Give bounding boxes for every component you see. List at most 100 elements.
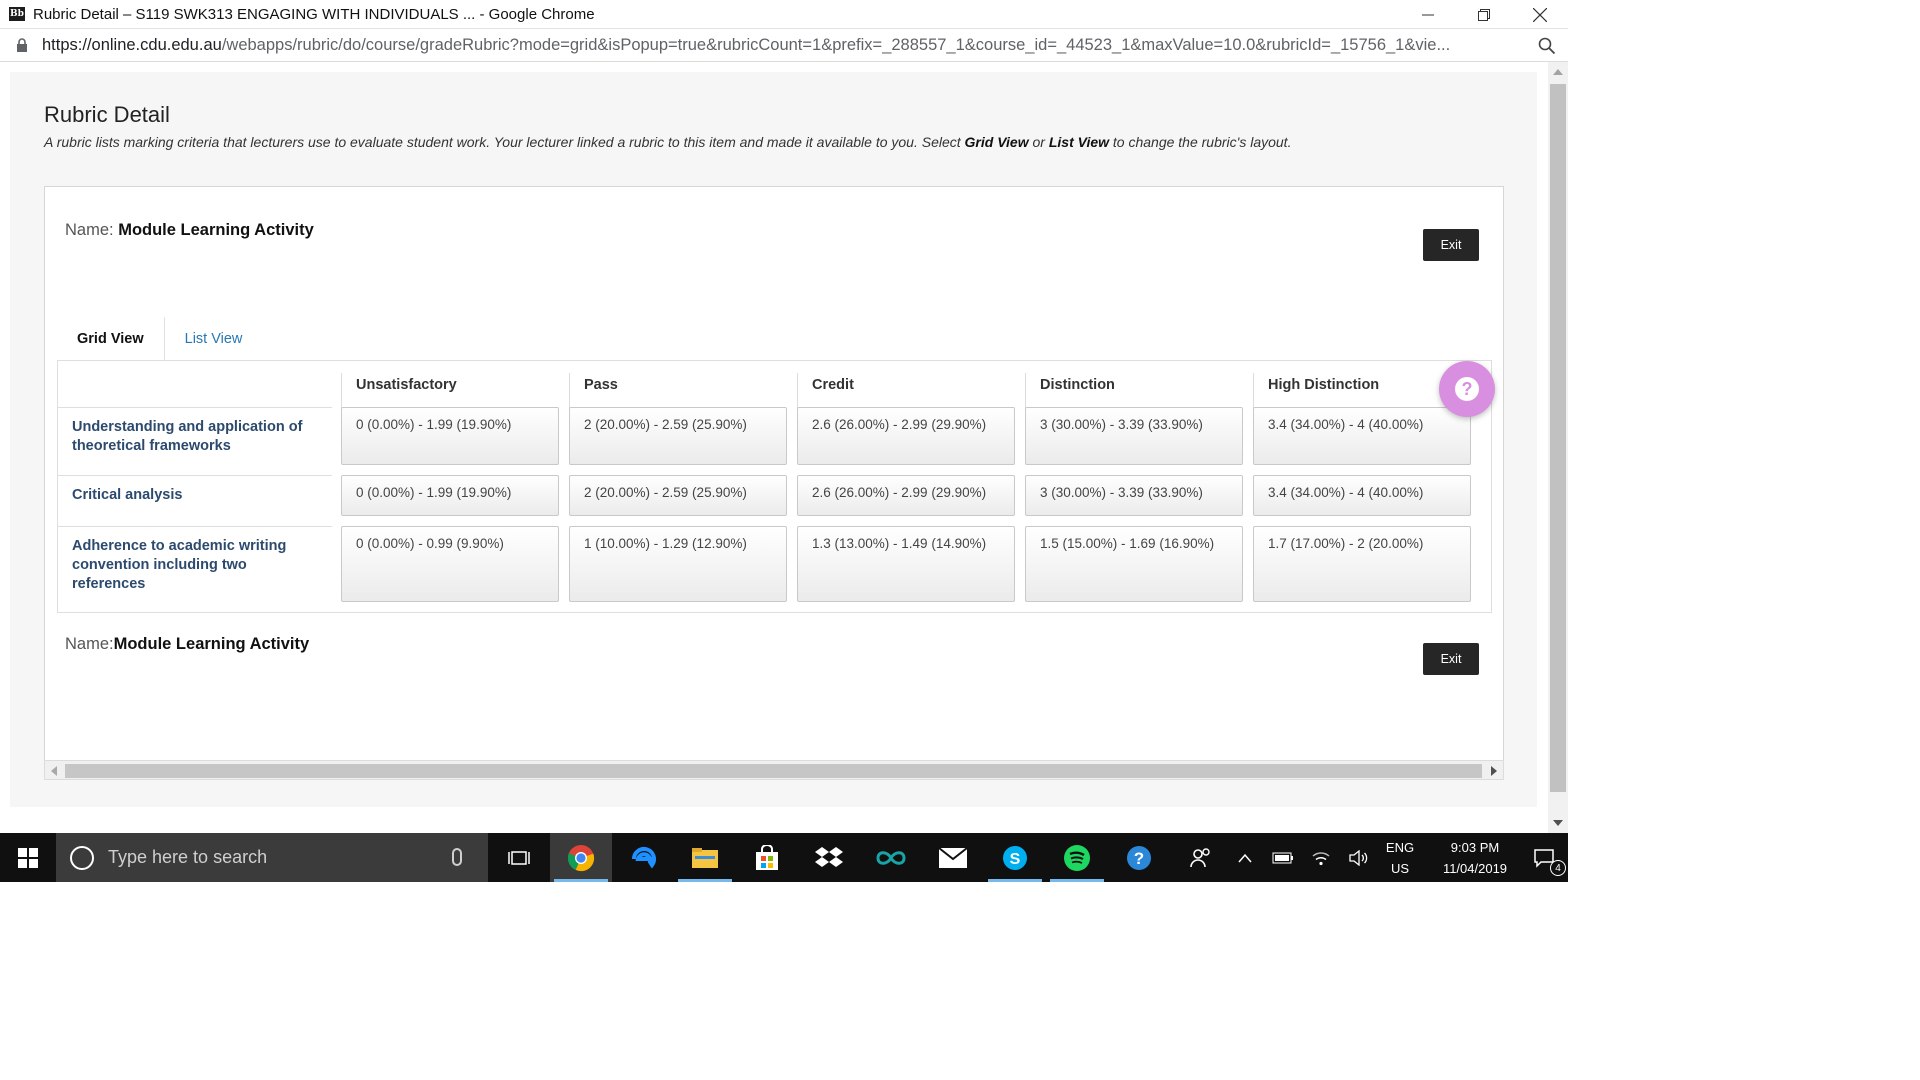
column-header-distinction: Distinction	[1025, 373, 1253, 409]
description-text: A rubric lists marking criteria that lec…	[44, 134, 965, 150]
taskbar-spotify[interactable]	[1046, 833, 1108, 882]
rubric-grid: Unsatisfactory Pass Credit Distinction H…	[57, 360, 1495, 613]
spotify-icon	[1064, 844, 1090, 871]
battery-icon	[1272, 852, 1293, 863]
page-description: A rubric lists marking criteria that lec…	[44, 134, 1291, 150]
view-tabs: Grid View List View	[57, 317, 262, 361]
system-tray: ENG US 9:03 PM 11/04/2019 4	[1226, 833, 1568, 882]
rubric-cell[interactable]: 1.3 (13.00%) - 1.49 (14.90%)	[797, 526, 1015, 602]
skype-icon: S	[1003, 845, 1027, 870]
tab-grid-view[interactable]: Grid View	[57, 317, 165, 361]
page-title: Rubric Detail	[44, 102, 170, 127]
rubric-name: Module Learning Activity	[113, 635, 310, 653]
dropbox-icon	[815, 846, 843, 867]
task-view-icon	[508, 850, 530, 865]
taskbar-skype[interactable]: S	[984, 833, 1046, 882]
svg-text:S: S	[1010, 851, 1021, 868]
scroll-left-arrow-icon[interactable]	[51, 766, 57, 776]
action-center-button[interactable]: 4	[1520, 833, 1568, 882]
show-hidden-icons-button[interactable]	[1226, 833, 1264, 882]
speaker-icon	[1349, 849, 1368, 866]
taskbar-edge[interactable]	[612, 833, 674, 882]
tab-list-view[interactable]: List View	[165, 317, 263, 361]
task-view-button[interactable]	[488, 833, 550, 882]
question-mark-icon: ?	[1455, 377, 1479, 401]
description-suffix: to change the rubric's layout.	[1109, 134, 1292, 150]
taskbar-store[interactable]	[736, 833, 798, 882]
chevron-up-icon	[1238, 853, 1252, 862]
help-button[interactable]: ?	[1439, 361, 1495, 417]
name-label: Name:	[65, 221, 114, 239]
taskbar-file-explorer[interactable]	[674, 833, 736, 882]
rubric-cell[interactable]: 1.5 (15.00%) - 1.69 (16.90%)	[1025, 526, 1243, 602]
zoom-icon[interactable]	[1538, 37, 1556, 55]
blackboard-app-icon: Bb	[9, 7, 25, 21]
vertical-scrollbar[interactable]	[1548, 62, 1568, 833]
page-viewport: Rubric Detail A rubric lists marking cri…	[0, 62, 1548, 833]
rubric-cell[interactable]: 2 (20.00%) - 2.59 (25.90%)	[569, 475, 787, 516]
scroll-down-arrow-icon[interactable]	[1553, 820, 1563, 826]
input-language-button[interactable]: ENG US	[1378, 837, 1422, 879]
rubric-cell[interactable]: 2 (20.00%) - 2.59 (25.90%)	[569, 407, 787, 465]
window-controls	[1400, 0, 1568, 29]
start-button[interactable]	[0, 833, 56, 882]
close-icon	[1533, 7, 1547, 22]
windows-logo-icon	[18, 847, 38, 868]
mail-icon	[938, 846, 968, 868]
taskbar-chrome[interactable]	[550, 833, 612, 882]
vertical-scroll-thumb[interactable]	[1550, 84, 1566, 792]
rubric-cell[interactable]: 1 (10.00%) - 1.29 (12.90%)	[569, 526, 787, 602]
microphone-icon[interactable]	[452, 848, 462, 866]
active-app-indicator	[554, 879, 608, 882]
svg-text:?: ?	[1134, 849, 1144, 868]
scroll-up-arrow-icon[interactable]	[1553, 69, 1563, 75]
rubric-cell[interactable]: 2.6 (26.00%) - 2.99 (29.90%)	[797, 475, 1015, 516]
open-app-indicator	[678, 879, 732, 882]
clock-button[interactable]: 9:03 PM 11/04/2019	[1430, 837, 1520, 879]
exit-button-bottom[interactable]: Exit	[1423, 643, 1479, 675]
rubric-cell[interactable]: 0 (0.00%) - 1.99 (19.90%)	[341, 475, 559, 516]
keyboard-layout: US	[1390, 860, 1410, 876]
restore-button[interactable]	[1456, 0, 1512, 29]
exit-button-top[interactable]: Exit	[1423, 229, 1479, 261]
rubric-cell[interactable]: 0 (0.00%) - 0.99 (9.90%)	[341, 526, 559, 602]
description-list-view: List View	[1048, 134, 1110, 150]
rubric-cell[interactable]: 0 (0.00%) - 1.99 (19.90%)	[341, 407, 559, 465]
lock-icon	[17, 38, 27, 52]
search-placeholder: Type here to search	[108, 847, 268, 867]
taskbar-search-box[interactable]: Type here to search	[56, 833, 488, 882]
rubric-cell[interactable]: 3 (30.00%) - 3.39 (33.90%)	[1025, 407, 1243, 465]
url-text[interactable]: https://online.cdu.edu.au/webapps/rubric…	[42, 36, 1520, 55]
taskbar-people[interactable]	[1170, 833, 1232, 882]
rubric-cell[interactable]: 3.4 (34.00%) - 4 (40.00%)	[1253, 475, 1471, 516]
store-icon	[756, 844, 778, 870]
clock-date: 11/04/2019	[1442, 860, 1508, 876]
rubric-cell[interactable]: 1.7 (17.00%) - 2 (20.00%)	[1253, 526, 1471, 602]
horizontal-scroll-thumb[interactable]	[65, 764, 1482, 778]
battery-button[interactable]	[1264, 833, 1302, 882]
close-button[interactable]	[1512, 0, 1568, 29]
horizontal-scrollbar[interactable]	[44, 760, 1504, 780]
minimize-icon	[1422, 14, 1434, 15]
edge-icon	[632, 846, 656, 868]
chrome-icon	[567, 844, 595, 871]
window-title-bar: Bb Rubric Detail – S119 SWK313 ENGAGING …	[0, 0, 1568, 29]
taskbar-help[interactable]: ?	[1108, 833, 1170, 882]
volume-button[interactable]	[1340, 833, 1378, 882]
rubric-cell[interactable]: 2.6 (26.00%) - 2.99 (29.90%)	[797, 407, 1015, 465]
column-header-credit: Credit	[797, 373, 1025, 409]
criterion-label: Adherence to academic writing convention…	[58, 526, 332, 612]
taskbar-dropbox[interactable]	[798, 833, 860, 882]
address-bar[interactable]: https://online.cdu.edu.au/webapps/rubric…	[0, 29, 1568, 62]
taskbar-mail[interactable]	[922, 833, 984, 882]
rubric-cell[interactable]: 3.4 (34.00%) - 4 (40.00%)	[1253, 407, 1471, 465]
scroll-right-arrow-icon[interactable]	[1491, 766, 1497, 776]
url-path: /webapps/rubric/do/course/gradeRubric?mo…	[221, 35, 1451, 54]
taskbar-arduino[interactable]	[860, 833, 922, 882]
rubric-cell[interactable]: 3 (30.00%) - 3.39 (33.90%)	[1025, 475, 1243, 516]
minimize-button[interactable]	[1400, 0, 1456, 29]
network-button[interactable]	[1302, 833, 1340, 882]
folder-icon	[692, 847, 718, 868]
open-app-indicator	[988, 879, 1042, 882]
url-host: https://online.cdu.edu.au	[42, 35, 222, 54]
